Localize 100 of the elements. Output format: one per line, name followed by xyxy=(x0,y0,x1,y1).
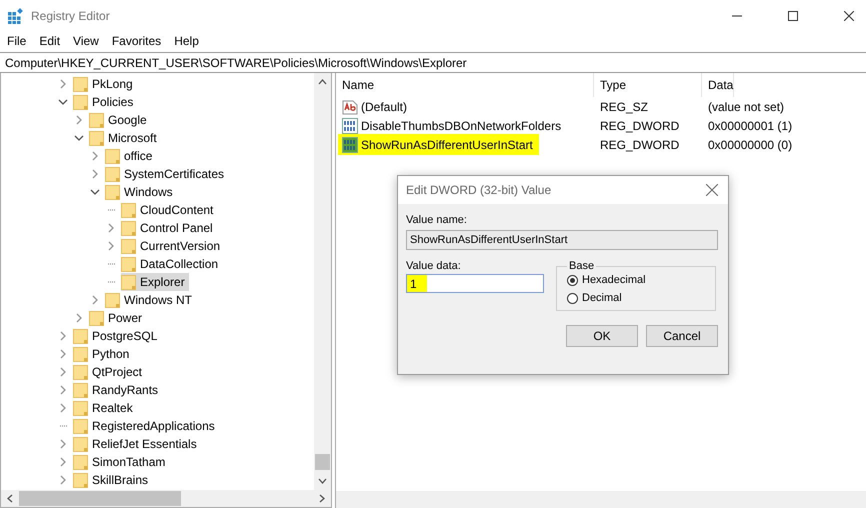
chevron-right-icon[interactable] xyxy=(58,79,68,89)
folder-icon xyxy=(73,94,88,110)
folder-icon xyxy=(73,76,88,92)
chevron-down-icon[interactable] xyxy=(58,97,68,107)
radio-button[interactable] xyxy=(567,292,578,304)
chevron-right-icon[interactable] xyxy=(58,367,68,377)
tree-item[interactable]: CurrentVersion xyxy=(140,239,220,253)
folder-icon xyxy=(121,202,136,218)
ok-button[interactable]: OK xyxy=(566,325,638,347)
chevron-right-icon[interactable] xyxy=(90,169,100,179)
value-type: REG_DWORD xyxy=(599,138,680,152)
tree-item[interactable]: Google xyxy=(108,113,147,127)
tree-item[interactable]: RandyRants xyxy=(92,383,158,397)
scrollbar-thumb[interactable] xyxy=(19,491,181,506)
chevron-right-icon[interactable] xyxy=(106,241,116,251)
horizontal-scrollbar[interactable] xyxy=(336,491,866,508)
scroll-down-icon[interactable] xyxy=(318,478,327,484)
tree-item[interactable]: Windows xyxy=(124,185,173,199)
chevron-right-icon[interactable] xyxy=(58,457,68,467)
chevron-right-icon[interactable] xyxy=(90,295,100,305)
horizontal-scrollbar[interactable] xyxy=(1,490,331,507)
value-data: 0x00000001 (1) xyxy=(707,118,792,132)
menu-item[interactable]: View xyxy=(73,34,99,48)
menu-item[interactable]: Help xyxy=(174,34,199,48)
chevron-right-icon[interactable] xyxy=(106,223,116,233)
folder-icon xyxy=(105,148,120,164)
maximize-icon[interactable] xyxy=(788,11,798,21)
tree-item[interactable]: QtProject xyxy=(92,365,142,379)
tree-item[interactable]: PostgreSQL xyxy=(92,329,158,343)
scroll-right-icon[interactable] xyxy=(319,494,325,503)
menu-item[interactable]: Edit xyxy=(39,34,60,48)
tree-item[interactable]: Realtek xyxy=(92,401,133,415)
tree-item[interactable]: Policies xyxy=(92,95,134,109)
close-icon[interactable] xyxy=(706,184,718,196)
dialog-title: Edit DWORD (32-bit) Value xyxy=(406,183,552,197)
folder-icon xyxy=(105,166,120,182)
scroll-up-icon[interactable] xyxy=(318,79,327,85)
chevron-right-icon[interactable] xyxy=(58,331,68,341)
window-title: Registry Editor xyxy=(31,9,110,23)
binary-value-icon xyxy=(342,136,358,152)
menu-item[interactable]: File xyxy=(7,34,26,48)
folder-icon xyxy=(73,328,88,344)
scrollbar-thumb[interactable] xyxy=(315,454,330,470)
folder-icon xyxy=(89,310,104,326)
folder-icon xyxy=(121,274,136,290)
tree-item[interactable]: Control Panel xyxy=(140,221,213,235)
value-name-field[interactable]: ShowRunAsDifferentUserInStart xyxy=(406,230,718,250)
value-name[interactable]: (Default) xyxy=(361,100,408,114)
field-label: Value name: xyxy=(406,214,468,226)
address-bar[interactable]: Computer\HKEY_CURRENT_USER\SOFTWARE\Policies\Microsoft\Windows\Explorer xyxy=(0,52,866,73)
folder-icon xyxy=(73,400,88,416)
tree-item[interactable]: ReliefJet Essentials xyxy=(92,437,197,451)
chevron-right-icon[interactable] xyxy=(58,385,68,395)
tree-item[interactable]: Windows NT xyxy=(124,293,192,307)
value-data-field[interactable]: 1 xyxy=(406,274,544,293)
value-data: (value not set) xyxy=(707,100,784,114)
chevron-right-icon[interactable] xyxy=(58,349,68,359)
tree-item[interactable]: SkillBrains xyxy=(92,473,148,487)
tree-item[interactable]: office xyxy=(124,149,152,163)
column-header[interactable]: Data xyxy=(702,73,734,97)
cancel-button[interactable]: Cancel xyxy=(646,325,718,347)
radio-label[interactable]: Hexadecimal xyxy=(582,274,646,286)
close-icon[interactable] xyxy=(844,11,854,21)
binary-value-icon xyxy=(342,118,358,134)
chevron-right-icon[interactable] xyxy=(74,115,84,125)
chevron-right-icon[interactable] xyxy=(74,313,84,323)
tree-item[interactable]: Power xyxy=(108,311,142,325)
menu-item[interactable]: Favorites xyxy=(112,34,162,48)
tree-item[interactable]: Microsoft xyxy=(108,131,157,145)
folder-icon xyxy=(73,436,88,452)
tree-item[interactable]: SimonTatham xyxy=(92,455,166,469)
tree-item[interactable]: PkLong xyxy=(92,77,133,91)
tree-item[interactable]: RegisteredApplications xyxy=(92,419,215,433)
chevron-down-icon[interactable] xyxy=(74,133,84,143)
vertical-scrollbar[interactable] xyxy=(314,73,331,490)
folder-icon xyxy=(89,130,104,146)
tree-item[interactable]: SystemCertificates xyxy=(124,167,224,181)
radio-label[interactable]: Decimal xyxy=(582,292,622,304)
folder-icon xyxy=(73,418,88,434)
field-label: Value data: xyxy=(406,260,462,272)
chevron-down-icon[interactable] xyxy=(90,187,100,197)
tree-item[interactable]: CloudContent xyxy=(140,203,214,217)
chevron-right-icon[interactable] xyxy=(58,475,68,485)
folder-icon xyxy=(73,364,88,380)
folder-icon xyxy=(105,184,120,200)
folder-icon xyxy=(73,472,88,488)
folder-icon xyxy=(121,256,136,272)
scroll-left-icon[interactable] xyxy=(7,494,13,503)
tree-item[interactable]: DataCollection xyxy=(140,257,218,271)
column-header[interactable]: Type xyxy=(594,73,702,97)
tree-item[interactable]: Python xyxy=(92,347,130,361)
radio-button[interactable] xyxy=(567,274,578,286)
value-data: 0x00000000 (0) xyxy=(707,138,792,152)
column-header[interactable]: Name xyxy=(336,73,594,97)
chevron-right-icon[interactable] xyxy=(58,439,68,449)
registry-app-icon xyxy=(8,8,24,24)
folder-icon xyxy=(73,454,88,470)
value-name[interactable]: DisableThumbsDBOnNetworkFolders xyxy=(361,118,562,132)
chevron-right-icon[interactable] xyxy=(58,403,68,413)
chevron-right-icon[interactable] xyxy=(90,151,100,161)
